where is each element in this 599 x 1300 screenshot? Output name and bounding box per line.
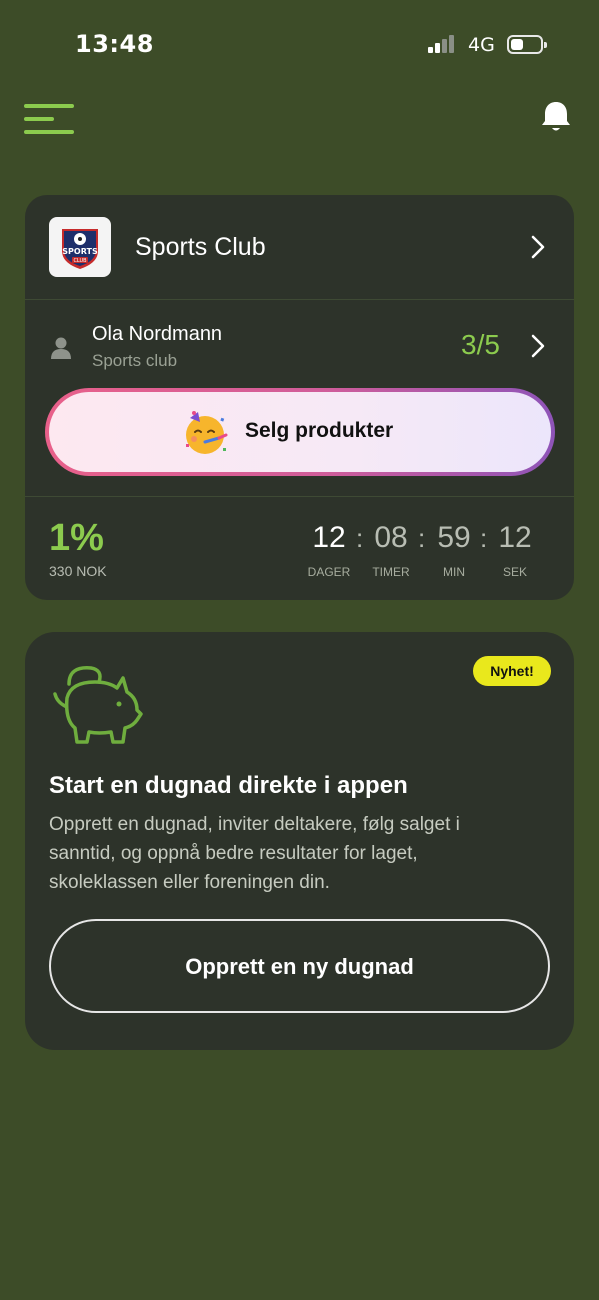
create-dugnad-label: Opprett en ny dugnad: [185, 954, 414, 979]
chevron-right-icon: [531, 235, 545, 259]
promo-title: Start en dugnad direkte i appen: [49, 772, 408, 799]
person-icon: [51, 337, 71, 359]
status-time: 13:48: [75, 30, 154, 58]
piggy-bank-icon: [53, 666, 143, 744]
promo-description: Opprett en dugnad, inviter deltakere, fø…: [49, 814, 460, 893]
sales-percent: 1%: [49, 517, 104, 559]
bell-icon[interactable]: [538, 100, 574, 134]
countdown-seconds: 12: [498, 521, 532, 554]
network-type: 4G: [468, 34, 495, 56]
club-logo: SPORTS CLUB: [49, 217, 111, 277]
sales-amount: 330 NOK: [49, 563, 107, 579]
signal-icon: [428, 35, 460, 53]
chevron-right-icon: [531, 334, 545, 358]
create-dugnad-button[interactable]: Opprett en ny dugnad: [49, 919, 550, 1013]
battery-icon: [507, 35, 547, 54]
news-badge: Nyhet!: [473, 656, 551, 686]
countdown-seconds-label: SEK: [502, 565, 527, 579]
countdown-hours: 08: [374, 521, 408, 554]
countdown-days: 12: [312, 521, 346, 554]
menu-icon[interactable]: [24, 102, 76, 136]
member-club: Sports club: [92, 351, 178, 370]
promo-card: Nyhet! Start en dugnad direkte i appen O…: [25, 632, 574, 1050]
divider: [25, 299, 574, 300]
svg-text:SPORTS: SPORTS: [62, 247, 98, 256]
club-card: SPORTS CLUB Sports Club Ola Nordmann Spo…: [25, 195, 574, 600]
divider: [25, 496, 574, 497]
party-face-icon: [186, 411, 228, 454]
countdown-hours-label: TIMER: [372, 565, 410, 579]
svg-text:CLUB: CLUB: [73, 258, 87, 264]
sell-products-label: Selg produkter: [245, 419, 394, 442]
countdown-minutes-label: MIN: [443, 565, 465, 579]
sell-products-button[interactable]: Selg produkter: [45, 388, 555, 476]
club-name: Sports Club: [135, 233, 266, 261]
countdown-days-label: DAGER: [307, 565, 351, 579]
sales-progress: 3/5: [461, 329, 500, 360]
member-name: Ola Nordmann: [92, 323, 223, 345]
countdown-minutes: 59: [437, 521, 471, 554]
club-row[interactable]: SPORTS CLUB Sports Club: [25, 195, 574, 299]
status-bar: 13:48 4G: [0, 0, 599, 90]
